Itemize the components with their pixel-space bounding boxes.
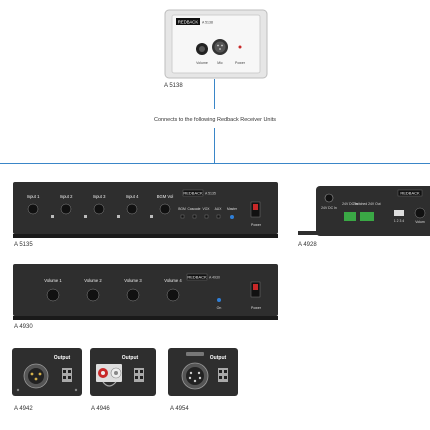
svg-text:AUX: AUX — [215, 207, 223, 211]
unit-a5135: Input 1 Input 2 Input 3 Input 4 BGM Vol … — [13, 182, 278, 238]
caption-a4930: A 4930 — [14, 324, 33, 330]
bgm-vol-label: BGM Vol — [157, 194, 174, 199]
output-label: Output — [210, 355, 227, 361]
svg-text:24V DC In: 24V DC In — [321, 206, 337, 210]
input-4-label: Input 4 — [126, 194, 139, 199]
on-led — [217, 298, 221, 302]
unit-a4946: Output — [90, 346, 160, 398]
svg-text:Volum: Volum — [415, 220, 425, 224]
caption-a4946: A 4946 — [91, 406, 110, 412]
a5135-brand: REDBACK — [183, 191, 203, 196]
svg-text:Master: Master — [227, 207, 238, 211]
caption-a5138: A 5138 — [164, 83, 183, 89]
mic-label: Mic — [217, 61, 223, 65]
a5135-subtitle: A 5135 — [205, 192, 216, 196]
on-label: On — [217, 306, 222, 310]
connector-horizontal — [0, 163, 430, 164]
power-led — [238, 45, 242, 49]
svg-text:Cascade: Cascade — [187, 207, 200, 211]
wallplate-a5138: REDBACK A 5138 Volume Mic Power — [164, 9, 268, 79]
svg-text:VOX: VOX — [203, 207, 211, 211]
a4930-brand: REDBACK — [187, 275, 207, 280]
a5135-power-label: Power — [251, 223, 262, 227]
volume-2-label: Volume 2 — [84, 278, 102, 283]
badge-text: REDBACK — [178, 20, 198, 25]
input-2-label: Input 2 — [60, 194, 73, 199]
caption-a4954: A 4954 — [170, 406, 189, 412]
input-3-label: Input 3 — [93, 194, 106, 199]
svg-text:Switched 24V Out: Switched 24V Out — [353, 202, 380, 206]
output-label: Output — [122, 355, 139, 361]
unit-a4942: Output — [12, 346, 84, 398]
a4930-subtitle: A 4930 — [209, 276, 220, 280]
connects-text: Connects to the following Redback Receiv… — [154, 117, 276, 123]
plate-code: A 5138 — [202, 21, 213, 25]
volume-4-label: Volume 4 — [164, 278, 182, 283]
power-label: Power — [235, 61, 246, 65]
unit-a4930: Volume 1 Volume 2 Volume 3 Volume 4 REDB… — [13, 264, 278, 320]
status-led — [230, 215, 234, 219]
output-label: Output — [54, 355, 71, 361]
input-1-label: Input 1 — [27, 194, 40, 199]
volume-1-label: Volume 1 — [44, 278, 62, 283]
connector-line-mid — [214, 128, 215, 163]
svg-text:REDBACK: REDBACK — [400, 191, 420, 196]
a4930-power-label: Power — [251, 306, 262, 310]
unit-a4954: Output — [168, 346, 240, 398]
caption-a4942: A 4942 — [14, 406, 33, 412]
svg-text:BGM: BGM — [178, 207, 186, 211]
volume-3-label: Volume 3 — [124, 278, 142, 283]
caption-a5135: A 5135 — [14, 242, 33, 248]
caption-a4928: A 4928 — [298, 242, 317, 248]
connector-line-top — [214, 79, 215, 109]
svg-text:1 2 3 4: 1 2 3 4 — [394, 219, 404, 223]
unit-a4928: 24V DC In 24V DC In Switched 24V Out RED… — [298, 182, 430, 238]
volume-label: Volume — [196, 61, 208, 65]
